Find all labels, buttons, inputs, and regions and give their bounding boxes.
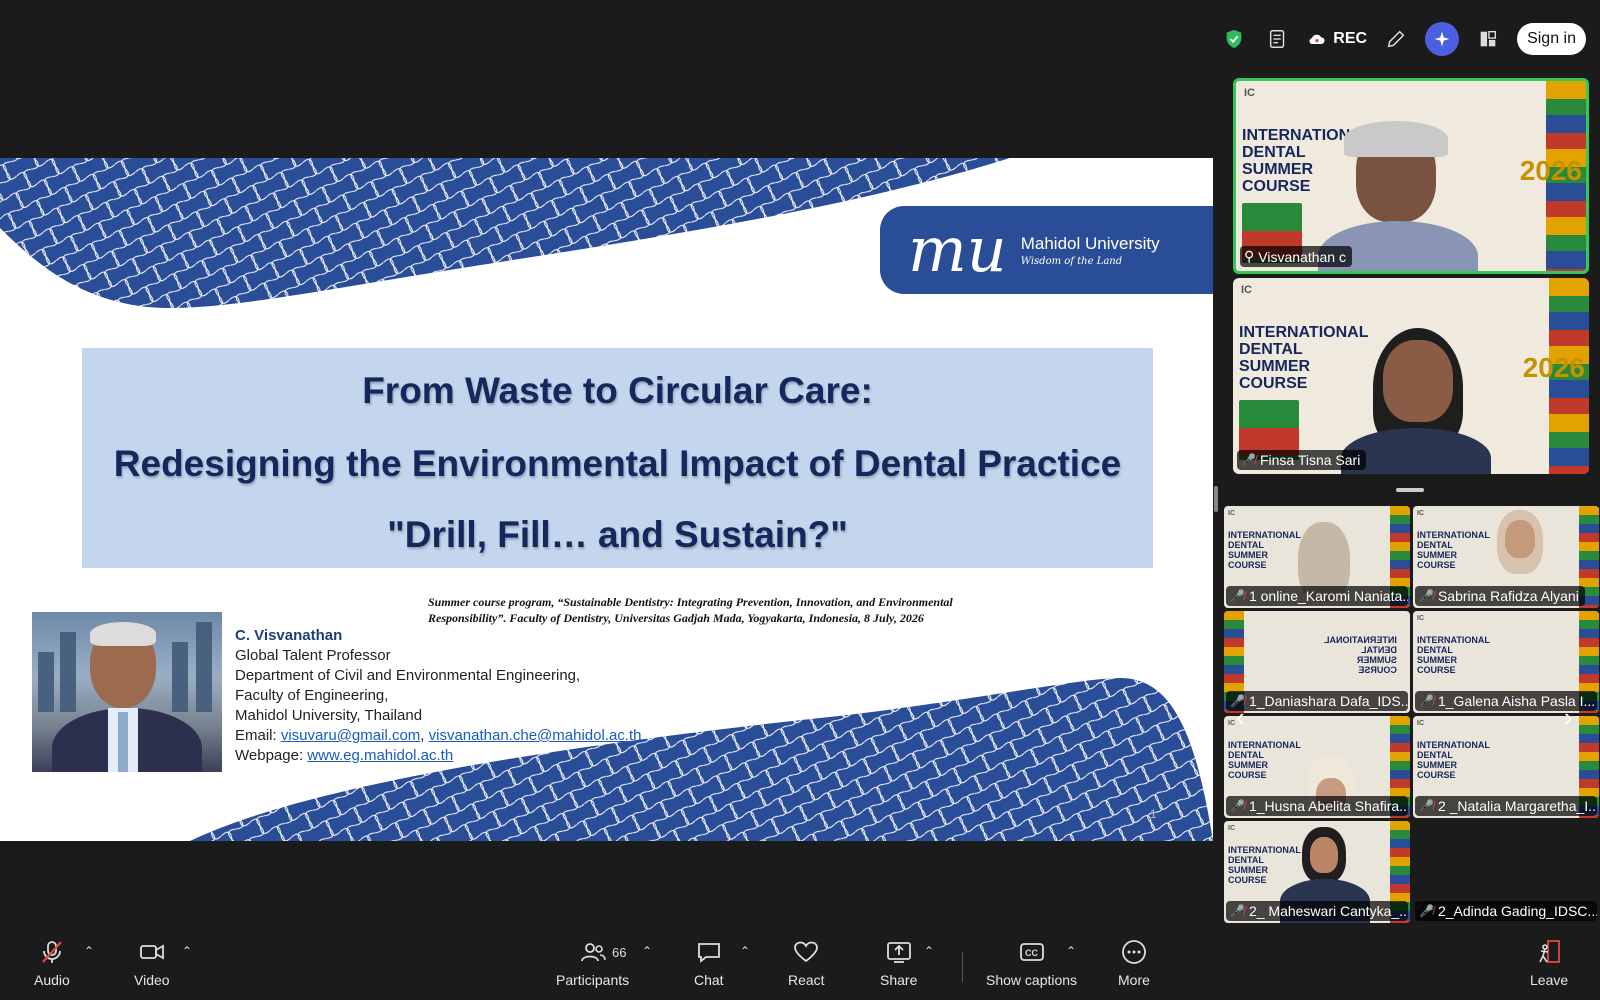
share-button[interactable]: Share <box>880 938 917 988</box>
show-captions-button[interactable]: CC Show captions <box>986 938 1077 988</box>
react-button[interactable]: React <box>788 938 825 988</box>
grid-prev-icon[interactable]: ‹ <box>1236 702 1245 733</box>
slide-title-line1: From Waste to Circular Care: <box>362 370 873 411</box>
share-screen-icon <box>886 942 911 963</box>
mic-muted-icon: 🎤̸ <box>1230 904 1245 918</box>
mic-muted-icon: 🎤̸ <box>1230 589 1245 603</box>
speaker-tile-2[interactable]: IC INTERNATIONAL DENTAL SUMMER COURSE 20… <box>1233 278 1589 474</box>
toolbar-divider <box>962 952 963 982</box>
participants-options-chevron-icon[interactable]: ⌃ <box>642 944 652 958</box>
mic-muted-icon: 🎤̸ <box>1419 799 1434 813</box>
participant-name-tag: 🎤̸ 2 _Natalia Margaretha_I... <box>1415 796 1597 816</box>
presenter-name: C. Visvanathan <box>235 627 343 644</box>
mahidol-logo: mu Mahidol University Wisdom of the Land <box>880 206 1213 294</box>
participant-tile[interactable]: IC INTERNATIONAL DENTAL SUMMER COURSE 🎤̸ 1 o… <box>1224 506 1410 608</box>
annotate-pencil-icon[interactable] <box>1381 24 1411 54</box>
participant-tile[interactable]: IC INTERNATIONAL DENTAL SUMMER COURSE 🎤̸ Sab… <box>1413 506 1599 608</box>
participant-name-tag: 🎤̸ 1_Husna Abelita Shafira... <box>1226 796 1408 816</box>
rec-label: REC <box>1333 30 1368 47</box>
participants-icon <box>580 943 606 962</box>
sparkle-icon <box>1434 31 1450 47</box>
participant-tile[interactable]: IC INTERNATIONALDENTALSUMMERCOURSE 🎤̸1_D… <box>1224 611 1410 713</box>
video-button[interactable]: Video <box>134 938 170 988</box>
logo-name: Mahidol University <box>1020 233 1160 253</box>
closed-captions-icon: CC <box>1019 943 1044 961</box>
participant-tile[interactable]: IC INTERNATIONAL DENTAL SUMMER COURSE 🎤̸ 1_G… <box>1413 611 1599 713</box>
participant-name-tag: 🎤̸ 1 online_Karomi Naniata... <box>1226 586 1408 606</box>
course-year: 2026 <box>1522 352 1585 383</box>
sign-in-button[interactable]: Sign in <box>1517 23 1586 55</box>
participant-name-tag: 🎤̸ 2_Adinda Gading_IDSC... <box>1415 901 1597 921</box>
program-line1: Summer course program, “Sustainable Dent… <box>428 595 953 609</box>
program-line2: Responsibility”. Faculty of Dentistry, U… <box>428 611 924 625</box>
cloud-icon <box>1309 34 1325 45</box>
webpage-link[interactable]: www.eg.mahidol.ac.th <box>307 747 453 764</box>
chat-button[interactable]: Chat <box>694 938 724 988</box>
presenter-photo <box>32 612 222 772</box>
mic-muted-icon: 🎤̸ <box>1230 799 1245 813</box>
share-options-chevron-icon[interactable]: ⌃ <box>924 944 934 958</box>
video-camera-icon <box>139 944 164 960</box>
top-toolbar: REC Sign in <box>1219 22 1586 56</box>
participant-name-tag: 🎤̸ Sabrina Rafidza Alyani <box>1415 586 1585 606</box>
more-button[interactable]: More <box>1118 938 1150 988</box>
mic-muted-icon: 🎤̸ <box>1419 589 1434 603</box>
participant-name-tag: 🎤̸ 2_ Maheswari Cantyka_... <box>1226 901 1408 921</box>
participant-tile[interactable]: 🎤̸ 2_Adinda Gading_IDSC... <box>1413 821 1599 923</box>
pin-icon: ⚲ <box>1244 248 1255 264</box>
audio-options-chevron-icon[interactable]: ⌃ <box>84 944 94 958</box>
leave-door-icon <box>1539 940 1560 963</box>
course-logo: IC <box>1241 284 1252 296</box>
email-link-1[interactable]: visuvaru@gmail.com <box>281 727 420 744</box>
slide-title-line3: "Drill, Fill… and Sustain?" <box>387 514 848 555</box>
more-dots-icon <box>1122 940 1146 964</box>
panel-resize-handle[interactable] <box>1396 488 1424 492</box>
participant-name-tag: 🎤̸ 1_Daniashara Dafa_IDS... <box>1226 691 1408 711</box>
chat-options-chevron-icon[interactable]: ⌃ <box>740 944 750 958</box>
layout-view-icon[interactable] <box>1473 24 1503 54</box>
speaker-name-tag: ⚲ Visvanathan c <box>1240 246 1352 267</box>
mic-muted-icon: 🎤̸ <box>1241 453 1256 467</box>
mic-muted-icon: 🎤̸ <box>1419 694 1434 708</box>
svg-text:CC: CC <box>1025 948 1038 958</box>
slide-title-box: From Waste to Circular Care: Redesigning… <box>82 348 1153 568</box>
chat-bubble-icon <box>697 943 720 963</box>
logo-mark: mu <box>908 213 1007 286</box>
video-options-chevron-icon[interactable]: ⌃ <box>182 944 192 958</box>
captions-options-chevron-icon[interactable]: ⌃ <box>1066 944 1076 958</box>
shared-slide: 1 mu Mahidol University Wisdom of the La… <box>0 158 1213 841</box>
heart-icon <box>794 941 819 963</box>
email-link-2[interactable]: visvanathan.che@mahidol.ac.th <box>429 727 642 744</box>
slide-page-number: 1 <box>1150 807 1157 821</box>
grid-next-icon[interactable]: › <box>1564 702 1573 733</box>
presenter-university: Mahidol University, Thailand <box>235 707 423 724</box>
meeting-window: REC Sign in 1 mu Mahidol University Wisd… <box>0 0 1600 1000</box>
course-year: 2026 <box>1519 155 1582 186</box>
presenter-bio: C. Visvanathan Global Talent Professor D… <box>235 626 641 766</box>
audio-button[interactable]: Audio <box>34 938 70 988</box>
presenter-faculty: Faculty of Engineering, <box>235 687 389 704</box>
logo-tagline: Wisdom of the Land <box>1020 255 1123 267</box>
presenter-email: Email: visuvaru@gmail.com, visvanathan.c… <box>235 727 642 744</box>
mic-muted-icon: 🎤̸ <box>1419 904 1434 918</box>
leave-button[interactable]: Leave <box>1530 938 1568 988</box>
slide-title-line2: Redesigning the Environmental Impact of … <box>113 443 1122 484</box>
course-logo: IC <box>1244 87 1255 99</box>
ai-companion-button[interactable] <box>1425 22 1460 56</box>
notes-icon[interactable] <box>1263 24 1293 54</box>
course-title: INTERNATIONAL DENTAL SUMMER COURSE <box>1239 324 1369 392</box>
mic-muted-icon <box>42 941 62 963</box>
program-description: Summer course program, “Sustainable Dent… <box>428 594 1008 626</box>
participants-count: 66 <box>612 945 627 960</box>
speaker-name-tag: 🎤̸ Finsa Tisna Sari <box>1237 450 1367 470</box>
presenter-title: Global Talent Professor <box>235 647 391 664</box>
security-shield-icon[interactable] <box>1219 24 1249 54</box>
presenter-webpage: Webpage: www.eg.mahidol.ac.th <box>235 747 454 764</box>
speaker-tile-1[interactable]: IC INTERNATIONAL DENTAL SUMMER COURSE 20… <box>1233 78 1589 274</box>
presenter-department: Department of Civil and Environmental En… <box>235 667 581 684</box>
recording-indicator[interactable]: REC <box>1307 29 1367 49</box>
panel-scroll-handle[interactable] <box>1214 486 1218 512</box>
participant-tile[interactable]: IC INTERNATIONAL DENTAL SUMMER COURSE 🎤̸ 1_H… <box>1224 716 1410 818</box>
participant-tile[interactable]: IC INTERNATIONAL DENTAL SUMMER COURSE 🎤̸ 2_ … <box>1224 821 1410 923</box>
